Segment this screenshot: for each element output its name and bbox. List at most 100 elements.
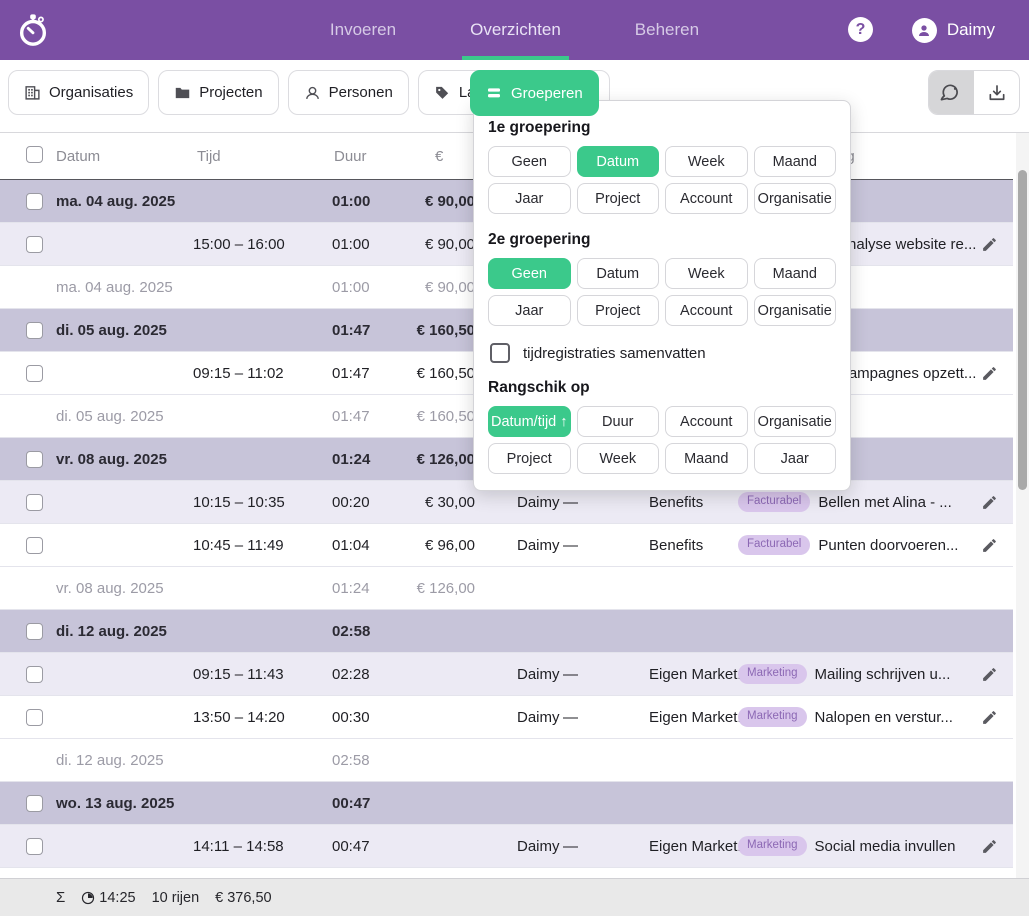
group-checkbox[interactable] (26, 193, 43, 210)
cell-tijd: 10:15 – 10:35 (193, 481, 285, 523)
sort-option-duur[interactable]: Duur (577, 406, 660, 437)
group-duur: 02:58 (332, 610, 370, 652)
label-badge: Marketing (738, 836, 807, 856)
row-checkbox[interactable] (26, 838, 43, 855)
help-icon[interactable]: ? (848, 17, 873, 42)
subtotal-duur: 02:58 (332, 739, 370, 781)
cell-omschrijving: Mailing schrijven u... (815, 666, 951, 683)
group1-option-organisatie[interactable]: Organisatie (754, 183, 837, 214)
group2-option-organisatie[interactable]: Organisatie (754, 295, 837, 326)
group-checkbox[interactable] (26, 623, 43, 640)
row-checkbox[interactable] (26, 537, 43, 554)
cell-euro: € 96,00 (361, 524, 475, 566)
filter-personen-button[interactable]: Personen (288, 70, 409, 115)
pencil-icon[interactable] (981, 666, 998, 683)
group-date: di. 05 aug. 2025 (56, 309, 167, 351)
subtotal-date: vr. 08 aug. 2025 (56, 567, 164, 609)
nav-invoeren[interactable]: Invoeren (322, 0, 404, 60)
group1-title: 1e groepering (488, 119, 836, 137)
group2-option-account[interactable]: Account (665, 295, 748, 326)
label-badge: Marketing (738, 707, 807, 727)
table-row[interactable]: 10:45 – 11:49 01:04 € 96,00 Daimy — Bene… (0, 524, 1013, 567)
row-checkbox[interactable] (26, 494, 43, 511)
sort-option-jaar[interactable]: Jaar (754, 443, 837, 474)
main-nav: Invoeren Overzichten Beheren (0, 0, 1029, 60)
col-datum: Datum (56, 133, 100, 179)
group1-option-datum[interactable]: Datum (577, 146, 660, 177)
cell-persoon: Daimy (517, 653, 560, 695)
cell-omschrijving: Social media invullen (815, 838, 956, 855)
col-tijd: Tijd (197, 133, 221, 179)
pencil-icon[interactable] (981, 709, 998, 726)
summarize-checkbox[interactable] (490, 343, 510, 363)
subtotal-date: di. 12 aug. 2025 (56, 739, 164, 781)
cell-omschrijving: Campagnes opzett... (838, 352, 976, 394)
sort-option-account[interactable]: Account (665, 406, 748, 437)
group2-option-datum[interactable]: Datum (577, 258, 660, 289)
cell-omschrijving: Nalopen en verstur... (815, 709, 953, 726)
pencil-icon[interactable] (981, 494, 998, 511)
summarize-label: tijdregistraties samenvatten (523, 345, 706, 362)
filter-organisaties-button[interactable]: Organisaties (8, 70, 149, 115)
row-checkbox[interactable] (26, 666, 43, 683)
rows-count: 10 rijen (152, 890, 200, 906)
clock-icon (81, 891, 95, 905)
sort-option-project[interactable]: Project (488, 443, 571, 474)
user-menu[interactable]: Daimy (912, 0, 995, 60)
group2-option-week[interactable]: Week (665, 258, 748, 289)
sort-option-organisatie[interactable]: Organisatie (754, 406, 837, 437)
group1-option-week[interactable]: Week (665, 146, 748, 177)
table-row[interactable]: 09:15 – 11:43 02:28 Daimy — Eigen Market… (0, 653, 1013, 696)
filter-projecten-button[interactable]: Projecten (158, 70, 278, 115)
group1-option-project[interactable]: Project (577, 183, 660, 214)
group-checkbox[interactable] (26, 322, 43, 339)
groeperen-button[interactable]: Groeperen (470, 70, 599, 116)
bird-view-toggle[interactable] (929, 71, 974, 114)
sort-option-datumtijd[interactable]: Datum/tijd ↑ (488, 406, 571, 437)
sort-option-week[interactable]: Week (577, 443, 660, 474)
nav-beheren[interactable]: Beheren (627, 0, 707, 60)
export-button[interactable] (974, 71, 1019, 114)
topbar: Invoeren Overzichten Beheren ? Daimy (0, 0, 1029, 60)
nav-overzichten[interactable]: Overzichten (462, 0, 569, 60)
scrollbar-thumb[interactable] (1018, 170, 1027, 490)
group-checkbox[interactable] (26, 795, 43, 812)
group-header-row[interactable]: di. 12 aug. 2025 02:58 (0, 610, 1013, 653)
pencil-icon[interactable] (981, 537, 998, 554)
sort-option-maand[interactable]: Maand (665, 443, 748, 474)
label-badge: Facturabel (738, 492, 810, 512)
subtotal-date: di. 05 aug. 2025 (56, 395, 164, 437)
label-badge: Facturabel (738, 535, 810, 555)
group1-option-jaar[interactable]: Jaar (488, 183, 571, 214)
cell-persoon: Daimy (517, 696, 560, 738)
pencil-icon[interactable] (981, 365, 998, 382)
select-all-checkbox[interactable] (26, 146, 43, 163)
group2-option-project[interactable]: Project (577, 295, 660, 326)
row-checkbox[interactable] (26, 709, 43, 726)
cell-persoon: Daimy (517, 825, 560, 867)
table-row[interactable]: 13:50 – 14:20 00:30 Daimy — Eigen Market… (0, 696, 1013, 739)
cell-project: Eigen Market... (649, 825, 750, 867)
subtotal-row: di. 12 aug. 2025 02:58 (0, 739, 1013, 782)
cell-tijd: 14:11 – 14:58 (193, 825, 284, 867)
group2-option-geen[interactable]: Geen (488, 258, 571, 289)
group2-option-maand[interactable]: Maand (754, 258, 837, 289)
group1-option-account[interactable]: Account (665, 183, 748, 214)
cell-euro: € 90,00 (361, 223, 475, 265)
download-icon (987, 83, 1007, 103)
group1-option-maand[interactable]: Maand (754, 146, 837, 177)
table-row[interactable]: 14:11 – 14:58 00:47 Daimy — Eigen Market… (0, 825, 1013, 868)
pencil-icon[interactable] (981, 236, 998, 253)
group-header-row[interactable]: wo. 13 aug. 2025 00:47 (0, 782, 1013, 825)
row-checkbox[interactable] (26, 236, 43, 253)
pencil-icon[interactable] (981, 838, 998, 855)
view-export-control (928, 70, 1020, 115)
group-checkbox[interactable] (26, 451, 43, 468)
row-checkbox[interactable] (26, 365, 43, 382)
group-bars-icon (486, 85, 502, 101)
cell-tijd: 09:15 – 11:43 (193, 653, 284, 695)
filter-label: Organisaties (49, 84, 133, 101)
cell-duur: 00:30 (332, 696, 370, 738)
group1-option-geen[interactable]: Geen (488, 146, 571, 177)
group2-option-jaar[interactable]: Jaar (488, 295, 571, 326)
